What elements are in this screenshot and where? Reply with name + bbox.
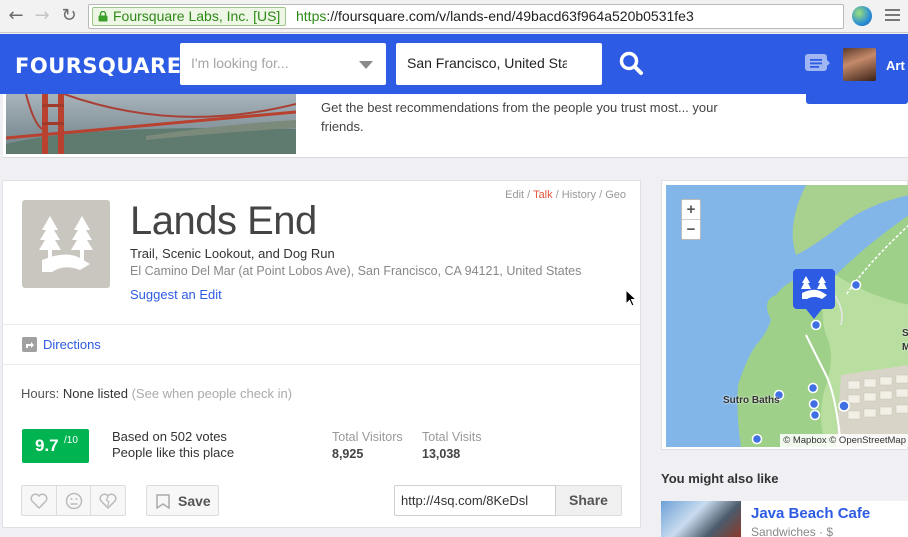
venue-card: Edit / Talk / History / Geo Lands End Tr… [2, 180, 641, 528]
reload-icon[interactable]: ↻ [57, 4, 81, 28]
talk-link[interactable]: Talk [533, 189, 553, 201]
hours-hint: (See when people check in) [131, 386, 293, 401]
signup-button-edge[interactable] [806, 94, 908, 104]
map-tiles [666, 185, 908, 447]
total-visitors: Total Visitors 8,925 [332, 429, 403, 463]
chevron-down-icon[interactable] [359, 61, 373, 69]
zoom-out-button[interactable]: − [682, 220, 700, 240]
trail-category-icon [22, 200, 110, 288]
dislike-button[interactable] [91, 486, 125, 515]
rating-buttons [21, 485, 126, 516]
geo-link[interactable]: Geo [605, 189, 626, 201]
banner-text: Get the best recommendations from the pe… [321, 100, 718, 134]
edit-links: Edit / Talk / History / Geo [505, 189, 626, 201]
visitors-label: Total Visitors [332, 430, 403, 444]
venue-address: El Camino Del Mar (at Point Lobos Ave), … [130, 264, 582, 278]
browser-menu-icon[interactable] [885, 9, 900, 24]
zoom-in-button[interactable]: + [682, 200, 700, 220]
share-button[interactable]: Share [556, 485, 622, 516]
ev-org-label: Foursquare Labs, Inc. [US] [113, 8, 281, 24]
map-card: + − Sutro Baths S M © Mapbox © OpenStree… [661, 180, 908, 450]
suggest-edit-link[interactable]: Suggest an Edit [130, 287, 222, 302]
neutral-face-icon [65, 492, 82, 509]
directions-icon[interactable] [22, 337, 37, 352]
user-name[interactable]: Art [886, 58, 905, 73]
hours-label: Hours: [21, 386, 60, 401]
search-where-box[interactable] [396, 43, 602, 85]
link-separator: / [596, 189, 606, 201]
heart-icon [30, 493, 48, 509]
signup-banner: Get the best recommendations from the pe… [3, 94, 908, 158]
visitors-value: 8,925 [332, 447, 364, 461]
divider [3, 324, 640, 325]
golden-gate-photo [6, 94, 296, 154]
venue-categories: Trail, Scenic Lookout, and Dog Run [130, 246, 335, 261]
url-scheme: https [296, 8, 327, 24]
venue-thumbnail [661, 501, 741, 537]
also-like-item[interactable]: Java Beach Cafe Sandwiches · $ [661, 501, 908, 537]
broken-heart-icon [99, 493, 117, 509]
search-what-box[interactable] [180, 43, 386, 85]
url-text[interactable]: https://foursquare.com/v/lands-end/49bac… [296, 8, 694, 24]
zoom-control: + − [681, 199, 701, 240]
url-path: ://foursquare.com/v/lands-end/49bacd63f9… [326, 8, 694, 24]
forward-arrow-icon[interactable]: → [30, 4, 54, 28]
rating-score: 9.7 [35, 436, 59, 455]
venue-title: Lands End [130, 199, 317, 243]
location-input[interactable] [407, 55, 567, 71]
link-separator: / [524, 189, 534, 201]
visits-label: Total Visits [422, 430, 482, 444]
venue-map[interactable]: + − Sutro Baths S M © Mapbox © OpenStree… [666, 185, 908, 447]
also-like-heading: You might also like [661, 471, 779, 486]
messages-icon[interactable] [805, 54, 830, 73]
foursquare-logo[interactable]: FOURSQUARE [15, 54, 182, 78]
mouse-cursor-icon [625, 289, 637, 307]
avatar[interactable] [843, 48, 876, 81]
votes-count: Based on 502 votes [112, 429, 227, 444]
meh-button[interactable] [57, 486, 92, 515]
extension-globe-icon[interactable] [852, 6, 872, 26]
divider [3, 364, 640, 365]
hours-value: None listed [62, 386, 128, 401]
link-separator: / [552, 189, 562, 201]
bookmark-icon [156, 494, 170, 509]
search-input[interactable] [191, 55, 351, 71]
back-arrow-icon[interactable]: ← [4, 4, 28, 28]
map-poi-label: Sutro Baths [723, 395, 780, 406]
lock-icon [98, 11, 108, 22]
search-icon[interactable] [618, 50, 646, 78]
like-button[interactable] [22, 486, 57, 515]
browser-toolbar: ← → ↻ Foursquare Labs, Inc. [US] https:/… [0, 0, 908, 33]
map-attribution[interactable]: © Mapbox © OpenStreetMap [780, 434, 908, 447]
address-bar[interactable]: Foursquare Labs, Inc. [US] https://fours… [88, 4, 844, 29]
also-like-venue-category: Sandwiches · $ [751, 525, 834, 537]
share-url-field[interactable] [394, 485, 556, 516]
visits-value: 13,038 [422, 447, 461, 461]
rating-votes: Based on 502 votes People like this plac… [112, 429, 234, 461]
history-link[interactable]: History [562, 189, 596, 201]
ev-certificate-badge[interactable]: Foursquare Labs, Inc. [US] [92, 7, 287, 26]
directions-link[interactable]: Directions [43, 337, 101, 352]
rating-denominator: /10 [64, 435, 78, 446]
total-visits: Total Visits 13,038 [422, 429, 482, 463]
also-like-venue-name[interactable]: Java Beach Cafe [751, 505, 870, 522]
hours-row: Hours: None listed (See when people chec… [21, 386, 292, 401]
venue-map-pin-icon[interactable] [793, 269, 835, 321]
save-button[interactable]: Save [146, 485, 219, 516]
save-label: Save [178, 493, 211, 509]
edit-link[interactable]: Edit [505, 189, 524, 201]
rating-badge: 9.7 /10 [22, 429, 89, 463]
map-edge-label: S M [902, 328, 908, 353]
votes-sentiment: People like this place [112, 445, 235, 460]
site-header: FOURSQUARE Art [0, 34, 908, 94]
